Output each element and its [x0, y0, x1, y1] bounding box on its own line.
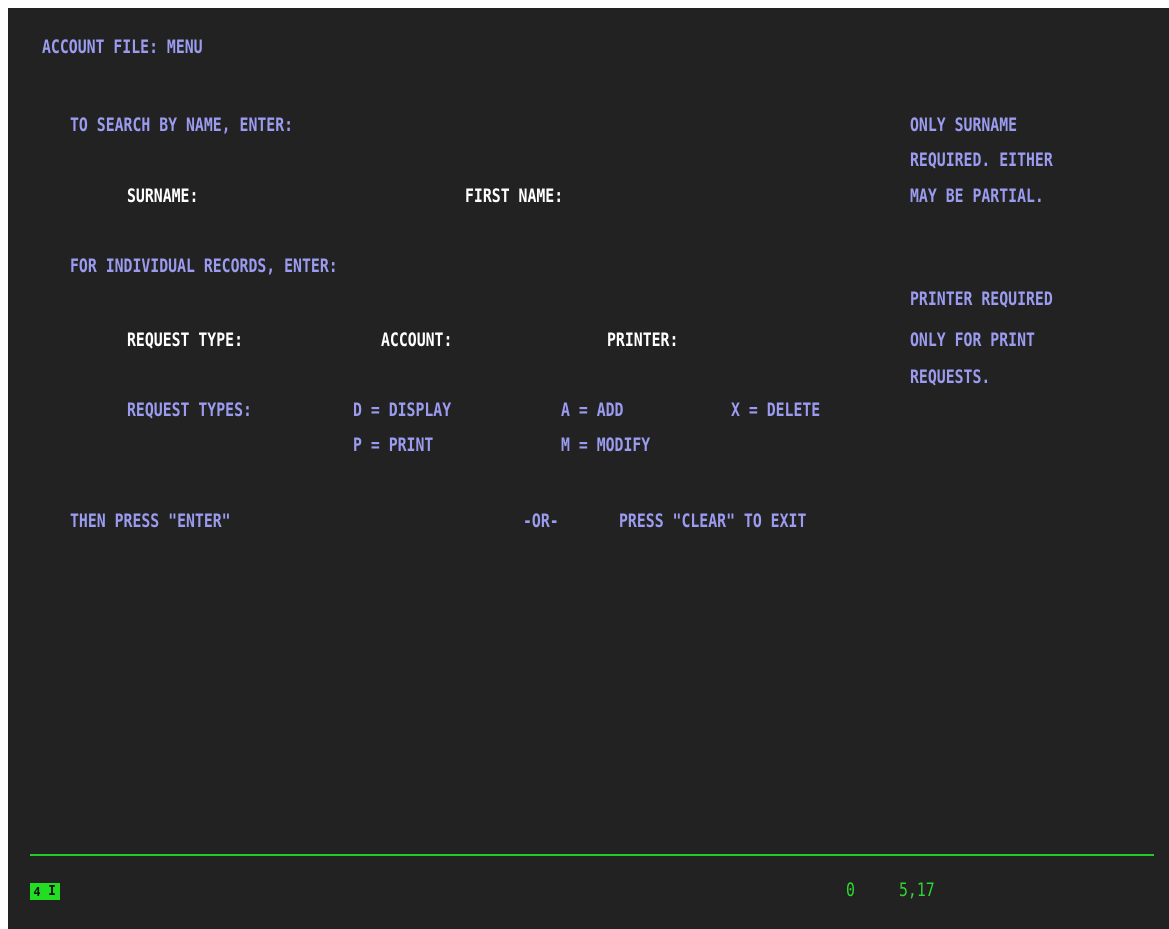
terminal-screen: ACCOUNT FILE: MENU TO SEARCH BY NAME, EN…: [8, 8, 1169, 929]
account-label: ACCOUNT:: [381, 329, 453, 351]
request-type-display: D = DISPLAY: [353, 399, 452, 421]
printer-note-line-2: ONLY FOR PRINT: [910, 329, 1035, 351]
request-type-print: P = PRINT: [353, 434, 434, 456]
surname-label: SURNAME:: [127, 185, 199, 207]
search-note-line-1: ONLY SURNAME: [910, 114, 1018, 136]
screen-title: ACCOUNT FILE: MENU: [42, 36, 203, 58]
printer-note-line-3: REQUESTS.: [910, 366, 991, 388]
account-field[interactable]: [492, 329, 602, 351]
printer-note-line-1: PRINTER REQUIRED: [910, 288, 1053, 310]
indicator-glyph-1: 4: [30, 883, 44, 900]
message-count: 0: [846, 879, 855, 901]
request-type-delete: X = DELETE: [731, 399, 821, 421]
search-note-line-3: MAY BE PARTIAL.: [910, 185, 1044, 207]
surname-field[interactable]: [245, 185, 455, 207]
request-type-modify: M = MODIFY: [561, 434, 651, 456]
cursor-position: 5,17: [899, 879, 935, 901]
first-name-label: FIRST NAME:: [465, 185, 564, 207]
request-types-label: REQUEST TYPES:: [127, 399, 252, 421]
or-separator: -OR-: [523, 510, 559, 532]
search-note-line-2: REQUIRED. EITHER: [910, 149, 1053, 171]
connection-indicator-icon: 4 I: [30, 882, 60, 901]
individual-records-heading: FOR INDIVIDUAL RECORDS, ENTER:: [70, 255, 338, 277]
then-press-enter: THEN PRESS "ENTER": [70, 510, 231, 532]
request-type-add: A = ADD: [561, 399, 624, 421]
printer-label: PRINTER:: [607, 329, 679, 351]
first-name-field[interactable]: [620, 185, 890, 207]
printer-field[interactable]: [728, 329, 888, 351]
indicator-glyph-2: I: [44, 883, 60, 900]
request-type-label: REQUEST TYPE:: [127, 329, 244, 351]
status-divider: [30, 854, 1154, 856]
search-heading: TO SEARCH BY NAME, ENTER:: [70, 114, 294, 136]
press-clear-to-exit: PRESS "CLEAR" TO EXIT: [619, 510, 807, 532]
request-type-field[interactable]: [308, 329, 368, 351]
